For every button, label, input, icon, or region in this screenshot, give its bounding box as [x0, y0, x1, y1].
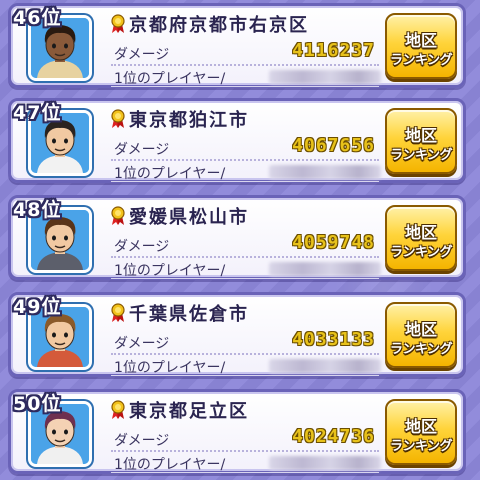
rank-label: 47位: [13, 102, 62, 124]
ranking-list: 46位 京都府京都市右京区 ダメージ 4116237 1位のプレイヤー/地区 ランキング 4…: [0, 0, 480, 480]
region-ranking-button-line1: 地区: [404, 320, 437, 339]
damage-label: ダメージ: [114, 433, 170, 449]
row-divider: [111, 353, 379, 355]
top-player-label: 1位のプレイヤー/: [114, 71, 226, 87]
damage-value: 4059748: [292, 232, 375, 253]
region-ranking-button[interactable]: 地区 ランキング: [385, 13, 457, 79]
row-divider: [111, 256, 379, 258]
medal-icon: [110, 400, 126, 420]
row-divider: [111, 64, 379, 66]
region-ranking-button-line1: 地区: [404, 31, 437, 50]
region-ranking-button-line2: ランキング: [389, 439, 453, 454]
region-ranking-button-line1: 地区: [404, 223, 437, 242]
top-player-label: 1位のプレイヤー/: [114, 360, 226, 376]
damage-value: 4116237: [292, 40, 375, 61]
top-player-label: 1位のプレイヤー/: [114, 263, 226, 279]
row-divider: [111, 181, 379, 182]
region-name: 愛媛県松山市: [129, 207, 249, 228]
blurred-player-name: [269, 456, 381, 470]
region-ranking-button-line1: 地区: [404, 126, 437, 145]
region-ranking-button[interactable]: 地区 ランキング: [385, 205, 457, 271]
damage-value: 4033133: [292, 329, 375, 350]
damage-label: ダメージ: [114, 239, 170, 255]
region-name: 東京都狛江市: [129, 110, 249, 131]
ranking-row: 46位 京都府京都市右京区ダメージ 4116237 1位のプレイヤー/地区ランキング: [8, 3, 466, 88]
top-player-label: 1位のプレイヤー/: [114, 166, 226, 182]
region-ranking-button-line2: ランキング: [389, 342, 453, 357]
rank-label: 49位: [13, 296, 62, 318]
blurred-player-name: [269, 165, 381, 179]
region-name: 東京都足立区: [129, 401, 249, 422]
damage-value: 4067656: [292, 135, 375, 156]
ranking-row: 47位 東京都狛江市ダメージ 4067656 1位のプレイヤー/地区ランキング: [8, 98, 466, 183]
region-ranking-button-line1: 地区: [404, 417, 437, 436]
damage-label: ダメージ: [114, 142, 170, 158]
region-ranking-button[interactable]: 地区 ランキング: [385, 302, 457, 368]
medal-icon: [110, 303, 126, 323]
region-ranking-button-line2: ランキング: [389, 245, 453, 260]
medal-icon: [110, 14, 126, 34]
top-player-label: 1位のプレイヤー/: [114, 457, 226, 473]
ranking-row: 48位 愛媛県松山市ダメージ 4059748 1位のプレイヤー/地区ランキング: [8, 195, 466, 280]
rank-label: 50位: [13, 393, 62, 415]
region-name: 千葉県佐倉市: [129, 304, 249, 325]
damage-label: ダメージ: [114, 336, 170, 352]
region-ranking-button-line2: ランキング: [389, 148, 453, 163]
blurred-player-name: [269, 70, 381, 84]
blurred-player-name: [269, 262, 381, 276]
row-divider: [111, 159, 379, 161]
blurred-player-name: [269, 359, 381, 373]
row-divider: [111, 375, 379, 376]
region-name: 京都府京都市右京区: [129, 15, 309, 36]
medal-icon: [110, 206, 126, 226]
region-ranking-button-line2: ランキング: [389, 53, 453, 68]
rank-label: 48位: [13, 199, 62, 221]
region-ranking-button[interactable]: 地区 ランキング: [385, 399, 457, 465]
row-divider: [111, 86, 379, 87]
medal-icon: [110, 109, 126, 129]
region-ranking-button[interactable]: 地区 ランキング: [385, 108, 457, 174]
rank-label: 46位: [13, 7, 62, 29]
row-divider: [111, 278, 379, 279]
row-divider: [111, 472, 379, 473]
ranking-row: 50位 東京都足立区ダメージ 4024736 1位のプレイヤー/地区ランキング: [8, 389, 466, 474]
damage-label: ダメージ: [114, 47, 170, 63]
damage-value: 4024736: [292, 426, 375, 447]
ranking-row: 49位 千葉県佐倉市ダメージ 4033133 1位のプレイヤー/地区ランキング: [8, 292, 466, 377]
row-divider: [111, 450, 379, 452]
